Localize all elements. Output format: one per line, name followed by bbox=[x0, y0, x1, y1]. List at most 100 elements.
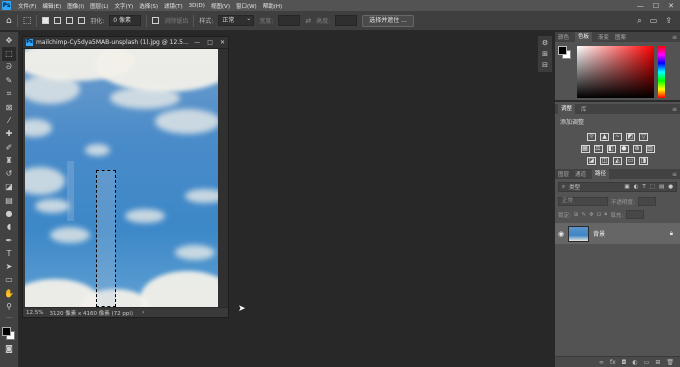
filter-toggle-icon[interactable]: ● bbox=[668, 184, 673, 190]
rectangle-tool-icon[interactable]: ▭ bbox=[2, 273, 16, 286]
brightness-icon[interactable]: ☼ bbox=[587, 133, 596, 141]
image-canvas[interactable] bbox=[25, 49, 218, 307]
minimize-icon[interactable]: — bbox=[637, 2, 644, 10]
hue-slider[interactable] bbox=[658, 46, 665, 98]
vibrance-icon[interactable]: ▽ bbox=[639, 133, 648, 141]
brush-tool-icon[interactable]: ✐ bbox=[2, 140, 16, 153]
maximize-icon[interactable]: ☐ bbox=[653, 2, 659, 10]
add-selection-icon[interactable] bbox=[54, 17, 62, 24]
frame-tool-icon[interactable]: ⊠ bbox=[2, 100, 16, 113]
lasso-tool-icon[interactable]: ᘐ bbox=[2, 61, 16, 74]
levels-icon[interactable]: ▲ bbox=[600, 133, 609, 141]
menu-3d[interactable]: 3D(D) bbox=[186, 3, 208, 9]
style-select[interactable]: 正常 bbox=[218, 14, 255, 26]
menu-image[interactable]: 图像(I) bbox=[64, 2, 87, 10]
panel-color-swatches[interactable] bbox=[558, 46, 572, 60]
layer-style-icon[interactable]: fx bbox=[610, 359, 616, 366]
properties-panel-icon[interactable]: ⊞ bbox=[542, 50, 548, 58]
eraser-tool-icon[interactable]: ◪ bbox=[2, 180, 16, 193]
menu-view[interactable]: 视图(V) bbox=[208, 2, 233, 10]
pen-tool-icon[interactable]: ✒ bbox=[2, 233, 16, 246]
threshold-icon[interactable]: ◭ bbox=[613, 157, 622, 165]
blend-mode-select[interactable]: 正常 bbox=[558, 197, 608, 206]
opacity-input[interactable] bbox=[637, 197, 656, 206]
marquee-preset-icon[interactable]: ⬚ bbox=[23, 16, 32, 26]
height-input[interactable] bbox=[335, 15, 358, 26]
menu-filter[interactable]: 滤镜(T) bbox=[161, 2, 186, 10]
lock-all-icon[interactable]: 🔒︎ bbox=[604, 211, 607, 218]
filter-kind[interactable]: 类型 bbox=[569, 183, 580, 191]
new-group-icon[interactable]: ▭ bbox=[644, 359, 650, 366]
home-icon[interactable]: ⌂ bbox=[6, 16, 12, 26]
crop-tool-icon[interactable]: ⌗ bbox=[2, 87, 16, 100]
gradient-tool-icon[interactable]: ▤ bbox=[2, 194, 16, 207]
zoom-level[interactable]: 12.5% bbox=[26, 310, 43, 316]
feather-input[interactable]: 0 像素 bbox=[109, 15, 142, 26]
dodge-tool-icon[interactable]: ◖ bbox=[2, 220, 16, 233]
color-lookup-icon[interactable]: ▥ bbox=[645, 145, 655, 153]
quick-selection-tool-icon[interactable]: ✎ bbox=[2, 74, 16, 87]
photo-filter-icon[interactable]: ● bbox=[619, 145, 629, 153]
intersect-selection-icon[interactable] bbox=[78, 17, 86, 24]
color-picker-field[interactable] bbox=[577, 46, 654, 98]
delete-layer-icon[interactable]: 🗑︎ bbox=[666, 359, 674, 366]
foreground-color-swatch[interactable] bbox=[2, 327, 11, 337]
selective-color-icon[interactable]: ◨ bbox=[639, 157, 648, 165]
layer-mask-icon[interactable]: ◘ bbox=[622, 359, 627, 366]
swap-icon[interactable]: ⇄ bbox=[305, 17, 311, 25]
panel-menu-icon[interactable]: ≡ bbox=[672, 171, 677, 178]
antialias-checkbox[interactable] bbox=[152, 17, 160, 24]
posterize-icon[interactable]: ◫ bbox=[600, 157, 609, 165]
history-brush-tool-icon[interactable]: ↺ bbox=[2, 167, 16, 180]
new-selection-icon[interactable] bbox=[42, 17, 50, 24]
shape-filter-icon[interactable]: ⬚ bbox=[650, 184, 655, 190]
share-icon[interactable]: ⇪ bbox=[665, 16, 672, 26]
menu-layer[interactable]: 图层(L) bbox=[87, 2, 111, 10]
blur-tool-icon[interactable]: ● bbox=[2, 207, 16, 220]
exposure-icon[interactable]: ◩ bbox=[626, 133, 635, 141]
lock-brush-icon[interactable]: ✎ bbox=[581, 212, 586, 218]
close-icon[interactable]: ✕ bbox=[668, 2, 674, 10]
clone-stamp-tool-icon[interactable]: ♜ bbox=[2, 154, 16, 167]
menu-window[interactable]: 窗口(W) bbox=[233, 2, 260, 10]
pixel-filter-icon[interactable]: ▣ bbox=[624, 184, 629, 190]
tab-layers[interactable]: 图层 bbox=[558, 170, 569, 178]
menu-edit[interactable]: 编辑(E) bbox=[39, 2, 64, 10]
curves-icon[interactable]: ~ bbox=[613, 133, 622, 141]
tab-color[interactable]: 颜色 bbox=[558, 33, 569, 41]
eyedropper-tool-icon[interactable]: ⁄ bbox=[2, 114, 16, 127]
new-adjustment-icon[interactable]: ◐ bbox=[632, 359, 637, 366]
search-icon[interactable]: ⌕ bbox=[637, 16, 641, 26]
tab-swatches[interactable]: 色板 bbox=[575, 32, 593, 42]
menu-file[interactable]: 文件(F) bbox=[15, 2, 39, 10]
width-input[interactable] bbox=[278, 15, 301, 26]
tab-paths[interactable]: 路径 bbox=[592, 169, 610, 179]
panel-menu-icon[interactable]: ≡ bbox=[672, 106, 677, 113]
black-white-icon[interactable]: ◧ bbox=[606, 145, 616, 153]
tab-adjustments[interactable]: 调整 bbox=[558, 104, 576, 114]
link-layers-icon[interactable]: ∞ bbox=[599, 359, 604, 366]
gradient-map-icon[interactable]: ▭ bbox=[626, 157, 635, 165]
menu-help[interactable]: 帮助(H) bbox=[260, 2, 285, 10]
doc-maximize-icon[interactable]: □ bbox=[207, 39, 213, 46]
layer-filter[interactable]: ⌕ 类型 ▣ ◐ T ⬚ ▤ ● bbox=[558, 182, 677, 192]
color-swatches[interactable] bbox=[1, 324, 17, 342]
channel-mixer-icon[interactable]: ⊛ bbox=[632, 145, 642, 153]
fill-input[interactable] bbox=[626, 210, 645, 219]
invert-icon[interactable]: ◪ bbox=[587, 157, 596, 165]
rectangular-marquee-tool-icon[interactable]: ⬚ bbox=[2, 47, 16, 61]
doc-close-icon[interactable]: ✕ bbox=[220, 39, 225, 46]
status-menu-icon[interactable]: › bbox=[142, 309, 144, 316]
panel-menu-icon[interactable]: ≡ bbox=[672, 34, 677, 41]
menu-select[interactable]: 选择(S) bbox=[136, 2, 161, 10]
visibility-eye-icon[interactable]: ◉ bbox=[558, 230, 564, 238]
marquee-selection[interactable] bbox=[96, 170, 116, 307]
hand-tool-icon[interactable]: ✋ bbox=[2, 287, 16, 300]
layer-name[interactable]: 背景 bbox=[593, 229, 605, 238]
adjustment-filter-icon[interactable]: ◐ bbox=[634, 184, 639, 190]
new-layer-icon[interactable]: ⊞ bbox=[655, 359, 660, 366]
select-and-mask-button[interactable]: 选择并遮住 ... bbox=[362, 14, 414, 27]
document-tab[interactable]: Ps mailchimp-Cy5dya5MAB-unsplash (1).jpg… bbox=[23, 37, 228, 49]
vertical-scrollbar[interactable] bbox=[218, 49, 228, 307]
more-tools-icon[interactable]: ··· bbox=[2, 313, 16, 322]
